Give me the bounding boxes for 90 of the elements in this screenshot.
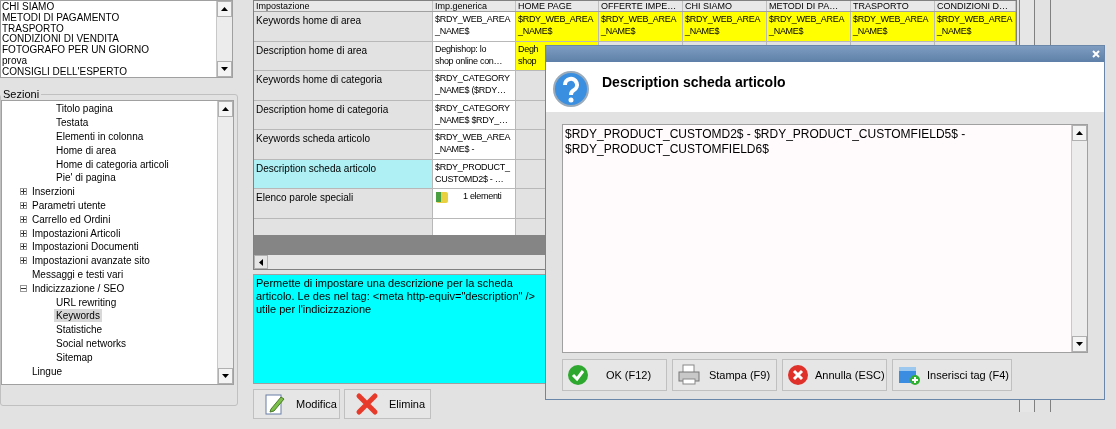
tree-item[interactable]: Inserzioni (30, 185, 77, 199)
box-plus-icon (897, 364, 921, 386)
element-count: 1 elementi (463, 190, 502, 202)
list-item[interactable]: TRASPORTO (2, 22, 216, 34)
column-header[interactable]: METODI DI PA… (767, 1, 851, 11)
x-icon (355, 392, 379, 416)
scroll-left-icon[interactable] (254, 255, 268, 269)
value-cell: $RDY_WEB_AREA _NAME$ (683, 12, 767, 41)
list-item[interactable]: CONDIZIONI DI VENDITA (2, 33, 216, 45)
value-cell: $RDY_WEB_AREA _NAME$ (851, 12, 935, 41)
insert-tag-button[interactable]: Inserisci tag (F4) (892, 359, 1012, 391)
cancel-button[interactable]: Annulla (ESC) (782, 359, 887, 391)
tree-item[interactable]: Social networks (54, 336, 129, 350)
tree-item[interactable]: Keywords (54, 309, 102, 323)
tree-item[interactable]: Titolo pagina (54, 102, 115, 116)
setting-name-cell[interactable]: Description scheda articolo (254, 159, 433, 188)
scrollbar[interactable] (216, 1, 232, 77)
value-cell: $RDY_WEB_AREA _NAME$ - (433, 130, 516, 159)
value-cell: $RDY_WEB_AREA _NAME$ (767, 12, 851, 41)
cancel-icon (787, 364, 809, 386)
pencil-document-icon (264, 392, 286, 416)
collapse-icon[interactable] (19, 284, 27, 292)
value-cell: $RDY_PRODUCT_ CUSTOMD2$ - … (433, 159, 516, 188)
close-icon[interactable] (1092, 50, 1100, 58)
setting-name-cell[interactable]: Keywords scheda articolo (254, 130, 433, 159)
tree-item[interactable]: Statistiche (54, 323, 105, 337)
delete-button[interactable]: Elimina (344, 389, 431, 419)
scrollbar[interactable] (1071, 125, 1087, 352)
column-header[interactable]: CONDIZIONI D… (935, 1, 1016, 11)
scrollbar[interactable] (217, 101, 233, 384)
column-header[interactable]: TRASPORTO (851, 1, 935, 11)
list-item[interactable]: prova (2, 55, 216, 66)
column-header[interactable]: OFFERTE IMPE… (599, 1, 683, 11)
setting-name-cell[interactable]: Description home di categoria (254, 100, 433, 129)
tree-item[interactable]: Elementi in colonna (54, 130, 146, 143)
tree-item[interactable]: Lingue (30, 364, 65, 378)
tree-item[interactable]: Impostazioni Articoli (30, 226, 123, 240)
scroll-down-icon[interactable] (217, 61, 232, 77)
scroll-up-icon[interactable] (1072, 125, 1087, 141)
tree-item[interactable]: Sitemap (54, 350, 95, 364)
list-item[interactable]: CHI SIAMO (2, 1, 216, 12)
scroll-up-icon[interactable] (218, 101, 233, 117)
tree-item[interactable]: Indicizzazione / SEO (30, 281, 127, 295)
tree-item[interactable]: Home di area (54, 143, 119, 157)
print-button[interactable]: Stampa (F9) (672, 359, 777, 391)
dialog-title: Description scheda articolo (602, 73, 786, 92)
question-icon (552, 70, 590, 108)
tree-item[interactable]: Home di categoria articoli (54, 157, 171, 171)
setting-name-cell[interactable]: Elenco parole speciali (254, 189, 433, 218)
expand-icon[interactable] (19, 229, 27, 237)
scroll-down-icon[interactable] (218, 368, 233, 384)
value-cell: $RDY_WEB_AREA _NAME$ (516, 12, 599, 41)
value-cell: $RDY_WEB_AREA _NAME$ (433, 12, 516, 41)
tree-item[interactable]: Testata (54, 116, 91, 130)
tree-item[interactable]: Pie' di pagina (54, 171, 118, 185)
scroll-down-icon[interactable] (1072, 336, 1087, 352)
column-header[interactable]: HOME PAGE (516, 1, 599, 11)
tree-item[interactable]: Carrello ed Ordini (30, 212, 113, 226)
setting-name-cell[interactable]: Keywords home di area (254, 12, 433, 41)
value-cell: Deghishop: lo shop online con… (433, 41, 516, 70)
tree-item[interactable]: Impostazioni Documenti (30, 240, 141, 254)
tree-item[interactable]: Impostazioni avanzate sito (30, 254, 152, 268)
expand-icon[interactable] (19, 243, 27, 251)
scroll-up-icon[interactable] (217, 1, 232, 17)
tree-item[interactable]: Messaggi e testi vari (30, 267, 126, 281)
check-icon (567, 364, 589, 386)
setting-name-cell[interactable]: Description home di area (254, 41, 433, 70)
expand-icon[interactable] (19, 215, 27, 223)
group-title: Sezioni (2, 88, 41, 100)
edit-button[interactable]: Modifica (253, 389, 340, 419)
list-item[interactable]: METODI DI PAGAMENTO (2, 11, 216, 23)
folder-icon (435, 190, 449, 204)
value-cell: $RDY_CATEGORY _NAME$ $RDY_… (433, 100, 516, 129)
column-header[interactable]: Imp.generica (433, 1, 516, 11)
setting-name-cell[interactable]: Keywords home di categoria (254, 71, 433, 100)
tree-item[interactable]: URL rewriting (54, 295, 119, 309)
value-cell: $RDY_WEB_AREA _NAME$ (599, 12, 683, 41)
expand-icon[interactable] (19, 188, 27, 196)
list-item[interactable]: CONSIGLI DELL'ESPERTO (2, 65, 216, 77)
tree-item[interactable]: Parametri utente (30, 198, 108, 212)
printer-icon (677, 364, 701, 386)
ok-button[interactable]: OK (F12) (562, 359, 667, 391)
column-header[interactable]: CHI SIAMO (683, 1, 767, 11)
expand-icon[interactable] (19, 201, 27, 209)
value-cell: $RDY_CATEGORY _NAME$ ($RDY… (433, 71, 516, 100)
list-item[interactable]: FOTOGRAFO PER UN GIORNO (2, 44, 216, 55)
column-header[interactable]: Impostazione (254, 1, 433, 11)
expand-icon[interactable] (19, 257, 27, 265)
text-area[interactable]: $RDY_PRODUCT_CUSTOMD2$ - $RDY_PRODUCT_CUSTOMFIELD5$ - $RDY_PRODUCT_CUSTOMFIELD6$ (562, 124, 1088, 353)
value-cell: $RDY_WEB_AREA _NAME$ (935, 12, 1016, 41)
